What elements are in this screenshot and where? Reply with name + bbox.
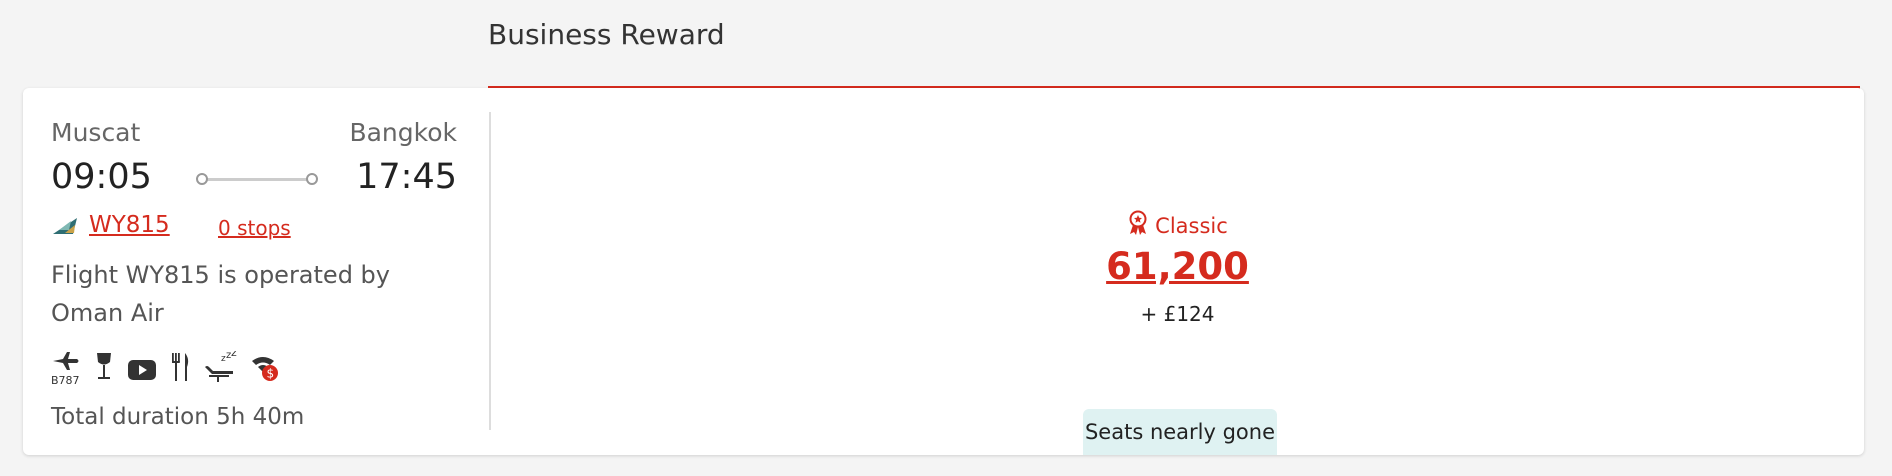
paid-wifi-icon: $ <box>249 351 281 387</box>
flight-number-link[interactable]: WY815 <box>89 212 170 238</box>
destination-city: Bangkok <box>349 118 457 147</box>
aircraft-icon: B787 <box>51 350 81 387</box>
dining-utensils-icon <box>169 351 191 387</box>
cabin-title: Business Reward <box>488 18 725 51</box>
cabin-column-header: Business Reward <box>488 0 1860 92</box>
aircraft-code: B787 <box>51 374 80 387</box>
departure-time: 09:05 <box>51 157 152 197</box>
stops-link[interactable]: 0 stops <box>218 216 291 240</box>
video-play-icon <box>127 357 157 387</box>
arrival-time: 17:45 <box>356 157 457 197</box>
fare-type-text: Classic <box>1155 213 1228 238</box>
route-start-dot <box>196 173 208 185</box>
fare-tax: + £124 <box>1140 302 1215 326</box>
wine-glass-icon <box>93 351 115 387</box>
route-end-dot <box>306 173 318 185</box>
flight-results-page: Business Reward Muscat Bangkok 09:05 17:… <box>0 0 1892 476</box>
fare-miles-link[interactable]: 61,200 <box>491 245 1864 288</box>
route-line <box>196 173 318 185</box>
flat-bed-sleep-icon: z z z <box>203 346 237 387</box>
fare-cell[interactable]: Classic 61,200 + £124 Seats nearly gone <box>491 88 1864 455</box>
amenities-list: B787 z z z $ <box>51 346 281 387</box>
flight-details: Muscat Bangkok 09:05 17:45 WY815 0 stops… <box>23 88 490 455</box>
availability-badge: Seats nearly gone <box>1083 409 1277 455</box>
svg-text:$: $ <box>267 367 275 381</box>
total-duration: Total duration 5h 40m <box>51 404 305 430</box>
operated-by-text: Flight WY815 is operated by Oman Air <box>51 261 390 327</box>
route-bar <box>202 178 312 181</box>
svg-text:z: z <box>231 351 237 359</box>
flight-number-row: WY815 <box>51 210 170 240</box>
fare-type-label[interactable]: Classic <box>1127 210 1228 241</box>
flight-card: Muscat Bangkok 09:05 17:45 WY815 0 stops… <box>23 88 1864 455</box>
origin-city: Muscat <box>51 118 141 147</box>
airline-logo-icon <box>51 215 79 235</box>
fare-summary: Classic 61,200 + £124 <box>491 210 1864 326</box>
award-ribbon-icon <box>1127 210 1149 241</box>
